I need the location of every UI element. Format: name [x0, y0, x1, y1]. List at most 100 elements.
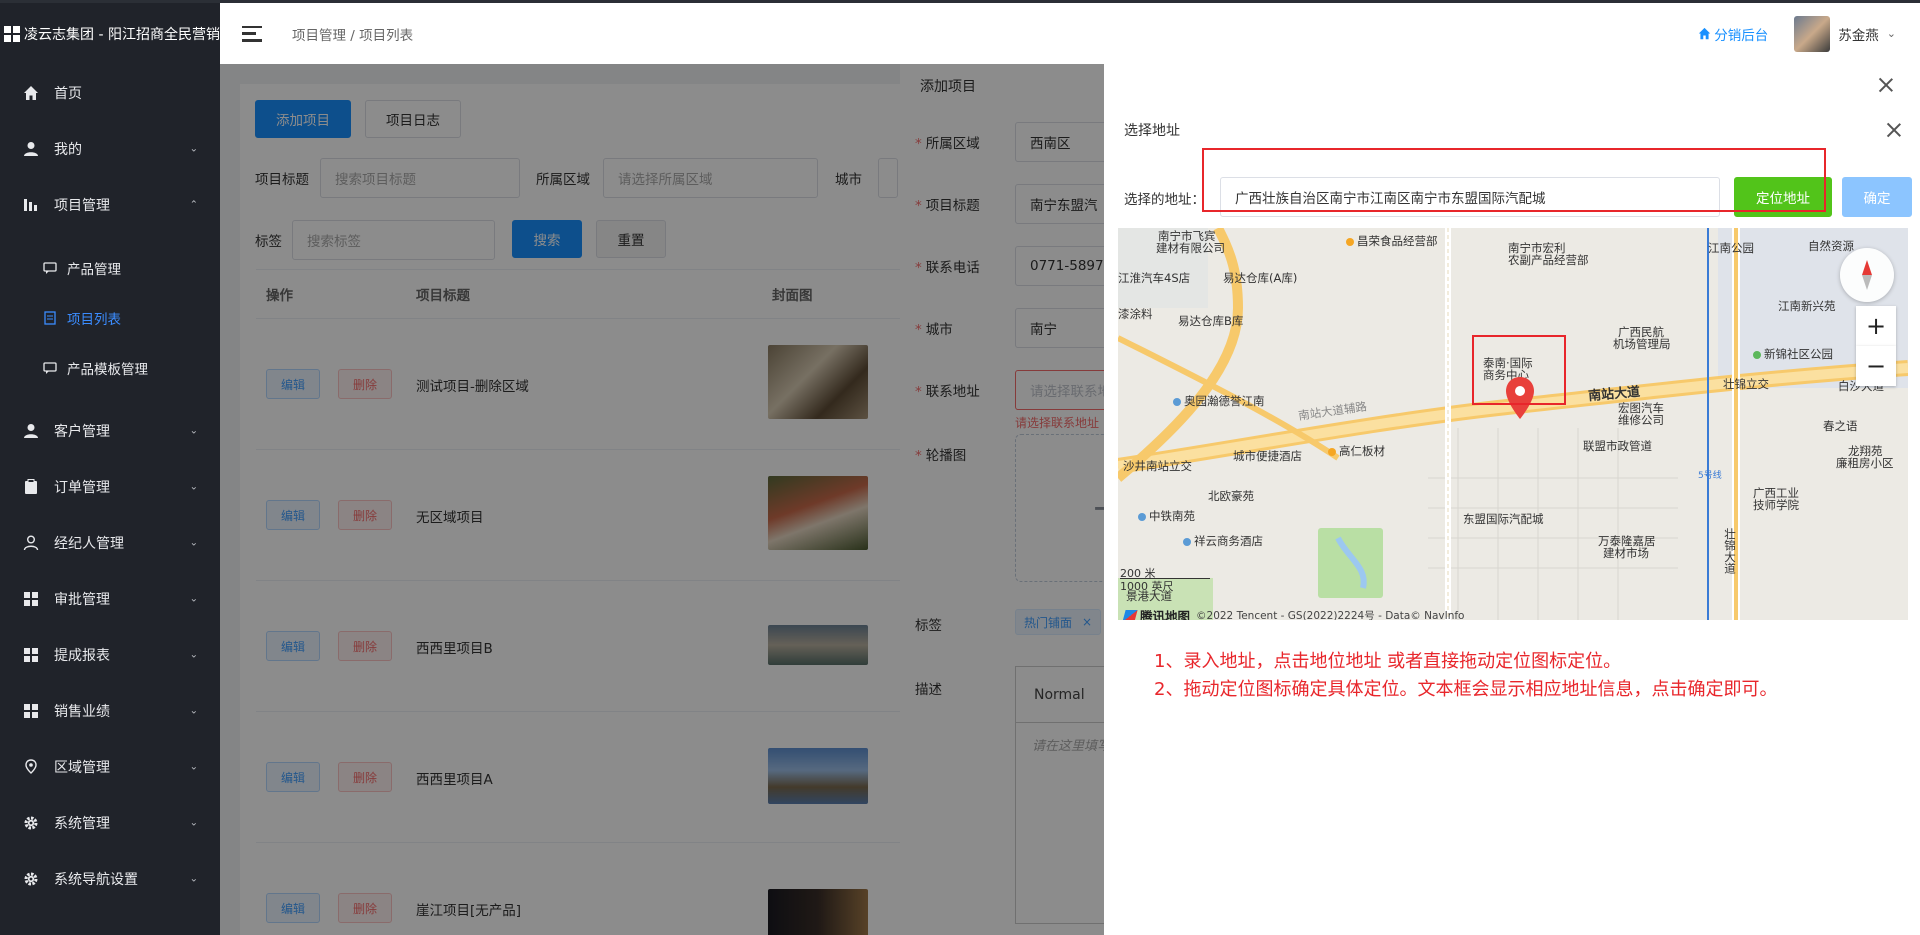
sidebar-item-label: 销售业绩	[54, 704, 110, 720]
map-label: 城市便捷酒店	[1233, 449, 1302, 463]
map-brand-name: 腾讯地图	[1140, 609, 1191, 620]
chevron-down-icon: ⌄	[189, 873, 198, 885]
sidebar-item-orders[interactable]: 订单管理 ⌄	[0, 459, 220, 515]
sidebar-item-system[interactable]: 系统管理 ⌄	[0, 795, 220, 851]
app-logo: 凌云志集团 - 阳江招商全民营销	[0, 3, 220, 65]
user-icon	[22, 422, 40, 440]
sidebar-item-sales[interactable]: 销售业绩 ⌄	[0, 683, 220, 739]
sidebar: 凌云志集团 - 阳江招商全民营销 首页 我的 ⌄ 项目管理 ⌃ 产品管理 项目列…	[0, 0, 220, 935]
sidebar-item-project-list[interactable]: 项目列表	[0, 293, 220, 343]
grid-icon	[22, 702, 40, 720]
sidebar-item-label: 我的	[54, 142, 82, 158]
sidebar-item-label: 项目管理	[54, 198, 110, 214]
menu-toggle-icon[interactable]	[242, 25, 262, 42]
sidebar-item-approval[interactable]: 审批管理 ⌄	[0, 571, 220, 627]
map-label: 农副产品经营部	[1508, 253, 1589, 267]
chevron-down-icon: ⌄	[189, 705, 198, 717]
avatar[interactable]	[1794, 15, 1831, 52]
document-icon	[42, 310, 58, 326]
compass-icon[interactable]	[1840, 248, 1894, 302]
map-label: 江南新兴苑	[1778, 299, 1836, 313]
map-logo-icon	[1122, 609, 1138, 620]
map-label: 奥园瀚德誉江南	[1173, 393, 1265, 409]
chevron-down-icon: ⌄	[189, 537, 198, 549]
sidebar-item-mine[interactable]: 我的 ⌄	[0, 121, 220, 177]
sidebar-item-label: 提成报表	[54, 648, 110, 664]
chevron-down-icon: ⌄	[189, 481, 198, 493]
sidebar-item-label: 产品管理	[67, 262, 121, 278]
chevron-down-icon[interactable]: ⌄	[1887, 27, 1896, 40]
instructions: 1、录入地址，点击地位地址 或者直接拖动定位图标定位。 2、拖动定位图标确定具体…	[1154, 648, 1777, 704]
app-title: 凌云志集团 - 阳江招商全民营销	[24, 27, 220, 43]
chevron-down-icon: ⌄	[189, 761, 198, 773]
user-outline-icon	[22, 534, 40, 552]
grid-icon	[22, 590, 40, 608]
map-label: 易达仓库(A库)	[1223, 271, 1298, 285]
map-label: 机场管理局	[1613, 337, 1671, 351]
map-label: 江南公园	[1708, 241, 1754, 255]
map-label: 祥云商务酒店	[1183, 533, 1263, 549]
map-brand: 腾讯地图 ©2022 Tencent - GS(2022)2224号 - Dat…	[1122, 606, 1465, 620]
drawer-overlay[interactable]	[900, 64, 1104, 935]
confirm-button[interactable]: 确定	[1842, 177, 1912, 217]
close-icon[interactable]	[1878, 77, 1894, 93]
location-icon	[22, 758, 40, 776]
map-label: 廉租房小区	[1836, 456, 1894, 470]
user-icon	[22, 140, 40, 158]
sidebar-item-label: 首页	[54, 86, 82, 102]
sidebar-item-commission[interactable]: 提成报表 ⌄	[0, 627, 220, 683]
project-submenu: 产品管理 项目列表 产品模板管理	[0, 233, 220, 403]
map-label: 东盟国际汽配城	[1463, 512, 1544, 526]
map-label: 易达仓库B库	[1178, 314, 1244, 328]
home-icon	[1699, 27, 1711, 40]
map-label: 漆涂料	[1118, 307, 1153, 321]
sidebar-item-label: 区域管理	[54, 760, 110, 776]
sidebar-item-product-template[interactable]: 产品模板管理	[0, 343, 220, 393]
sidebar-item-regions[interactable]: 区域管理 ⌄	[0, 739, 220, 795]
sidebar-item-agents[interactable]: 经纪人管理 ⌄	[0, 515, 220, 571]
chevron-down-icon: ⌄	[189, 593, 198, 605]
map-view[interactable]: 南宁市飞宾 建材有限公司 昌荣食品经营部 南宁市宏利 农副产品经营部 易达仓库(…	[1118, 228, 1908, 620]
sidebar-item-label: 产品模板管理	[67, 362, 148, 378]
zoom-out-button[interactable]: −	[1856, 346, 1896, 386]
chevron-up-icon: ⌃	[189, 199, 198, 211]
map-label: 壮锦大道	[1723, 528, 1737, 574]
apps-grid-icon	[4, 26, 20, 42]
pin-highlight	[1472, 335, 1566, 405]
modal-overlay[interactable]	[220, 64, 900, 935]
map-copyright: ©2022 Tencent - GS(2022)2224号 - Data© Na…	[1196, 610, 1465, 620]
distribution-backend-link[interactable]: 分销后台	[1698, 24, 1768, 44]
select-address-dialog: 选择地址 选择的地址： 广西壮族自治区南宁市江南区南宁市东盟国际汽配城 定位地址…	[1104, 108, 1920, 935]
map-label: 联盟市政管道	[1583, 439, 1652, 453]
map-label: 5号线	[1698, 471, 1722, 481]
map-label: 北欧豪苑	[1208, 489, 1254, 503]
dialog-title: 选择地址	[1124, 123, 1180, 139]
sidebar-item-label: 经纪人管理	[54, 536, 124, 552]
home-icon	[22, 84, 40, 102]
address-label: 选择的地址：	[1124, 192, 1205, 208]
sidebar-item-home[interactable]: 首页	[0, 65, 220, 121]
annotation-highlight	[1202, 148, 1826, 212]
map-label: 建材市场	[1603, 546, 1649, 560]
top-header: 项目管理 / 项目列表 分销后台 苏金燕 ⌄	[220, 0, 1920, 64]
map-label: 沙井南站立交	[1123, 459, 1192, 473]
chart-icon	[22, 196, 40, 214]
chevron-down-icon: ⌄	[189, 425, 198, 437]
sidebar-item-product-management[interactable]: 产品管理	[0, 243, 220, 293]
back-link-label: 分销后台	[1714, 27, 1769, 44]
breadcrumb: 项目管理 / 项目列表	[292, 27, 414, 44]
sidebar-item-nav-settings[interactable]: 系统导航设置 ⌄	[0, 851, 220, 907]
close-icon[interactable]	[1886, 122, 1902, 138]
map-label: 新锦社区公园	[1753, 346, 1833, 362]
message-icon	[42, 360, 58, 376]
instruction-line: 1、录入地址，点击地位地址 或者直接拖动定位图标定位。	[1154, 651, 1622, 672]
grid-icon	[22, 646, 40, 664]
map-label: 建材有限公司	[1156, 241, 1225, 255]
sidebar-item-label: 系统导航设置	[54, 872, 138, 888]
sidebar-item-customers[interactable]: 客户管理 ⌄	[0, 403, 220, 459]
sidebar-item-project-management[interactable]: 项目管理 ⌃	[0, 177, 220, 233]
gear-icon	[22, 814, 40, 832]
zoom-in-button[interactable]: +	[1856, 306, 1896, 346]
map-label: 中铁南苑	[1138, 508, 1195, 524]
user-name[interactable]: 苏金燕	[1838, 24, 1879, 44]
